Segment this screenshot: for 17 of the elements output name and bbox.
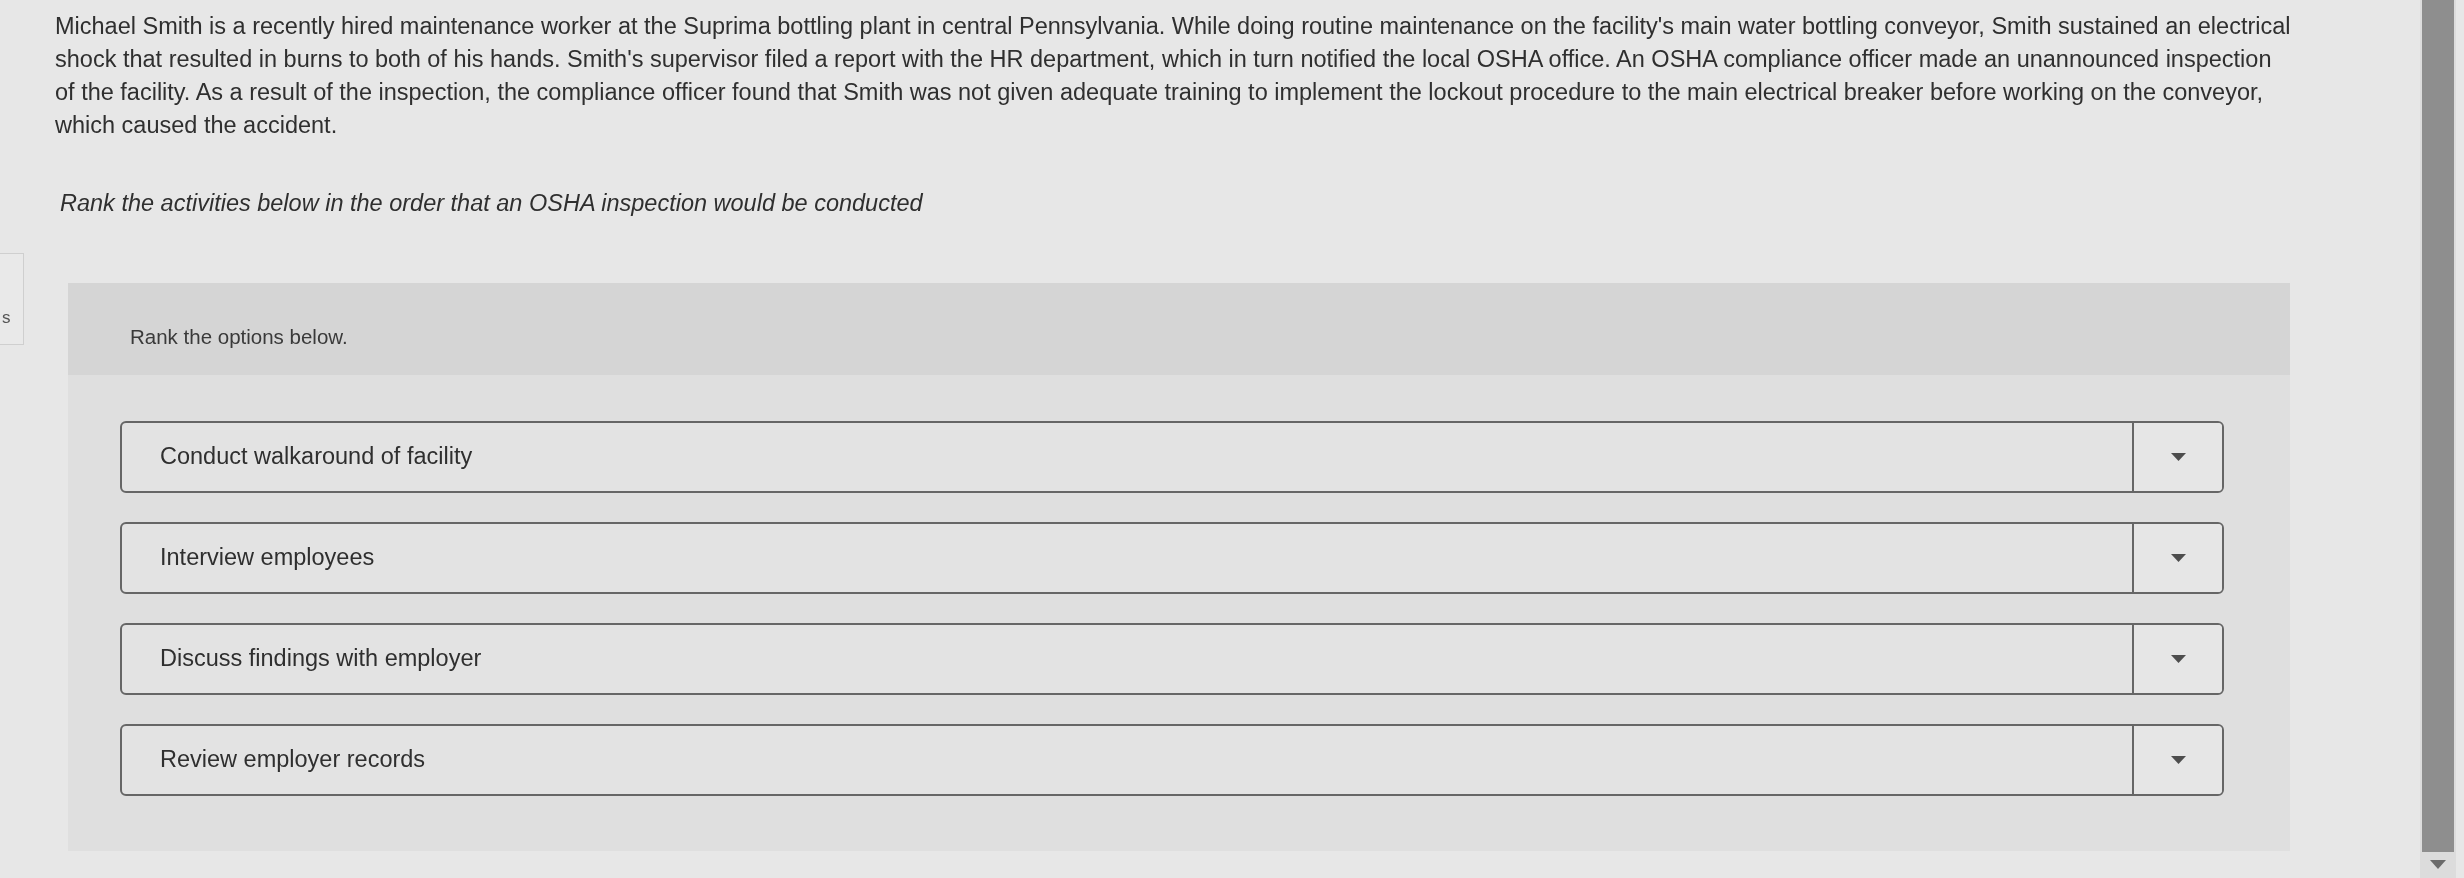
- option-label: Interview employees: [159, 543, 376, 573]
- caret-icon: [2170, 756, 2186, 764]
- rank-dropdown-button[interactable]: [2132, 423, 2222, 491]
- problem-text: Michael Smith is a recently hired maintenance worker at the Suprima bottling plant in central Pennsylvania. While doing routine maintenance on the facility's main water bottling conveyor, Smith sustained an electrical shock that resulted in burns to both of his hands. Smith's supervisor filed a report with the HR department, which in turn notified the local OSHA office. An OSHA compliance officer made an unannounced inspection of the facility. As a result of the inspection, the compliance officer found that Smith was not given adequate training to implement the lockout procedure to the main electrical breaker before working on the conveyor, which caused the accident.: [55, 12, 2292, 140]
- caret-icon: [2170, 655, 2186, 663]
- option-label: Discuss findings with employer: [159, 644, 483, 674]
- option-label: Conduct walkaround of facility: [159, 442, 474, 472]
- rank-dropdown-button[interactable]: [2132, 524, 2222, 592]
- scroll-down-icon[interactable]: [2430, 860, 2446, 869]
- question-prompt: Rank the activities below in the order that an OSHA inspection would be conducted: [59, 189, 923, 218]
- ranking-instruction: Rank the options below.: [130, 323, 348, 350]
- option-label: Review employer records: [159, 745, 427, 775]
- caret-icon: [2170, 453, 2186, 461]
- rank-dropdown-button[interactable]: [2132, 726, 2222, 794]
- caret-icon: [2170, 554, 2186, 562]
- rank-dropdown-button[interactable]: [2132, 625, 2222, 693]
- side-tab[interactable]: s: [0, 253, 24, 345]
